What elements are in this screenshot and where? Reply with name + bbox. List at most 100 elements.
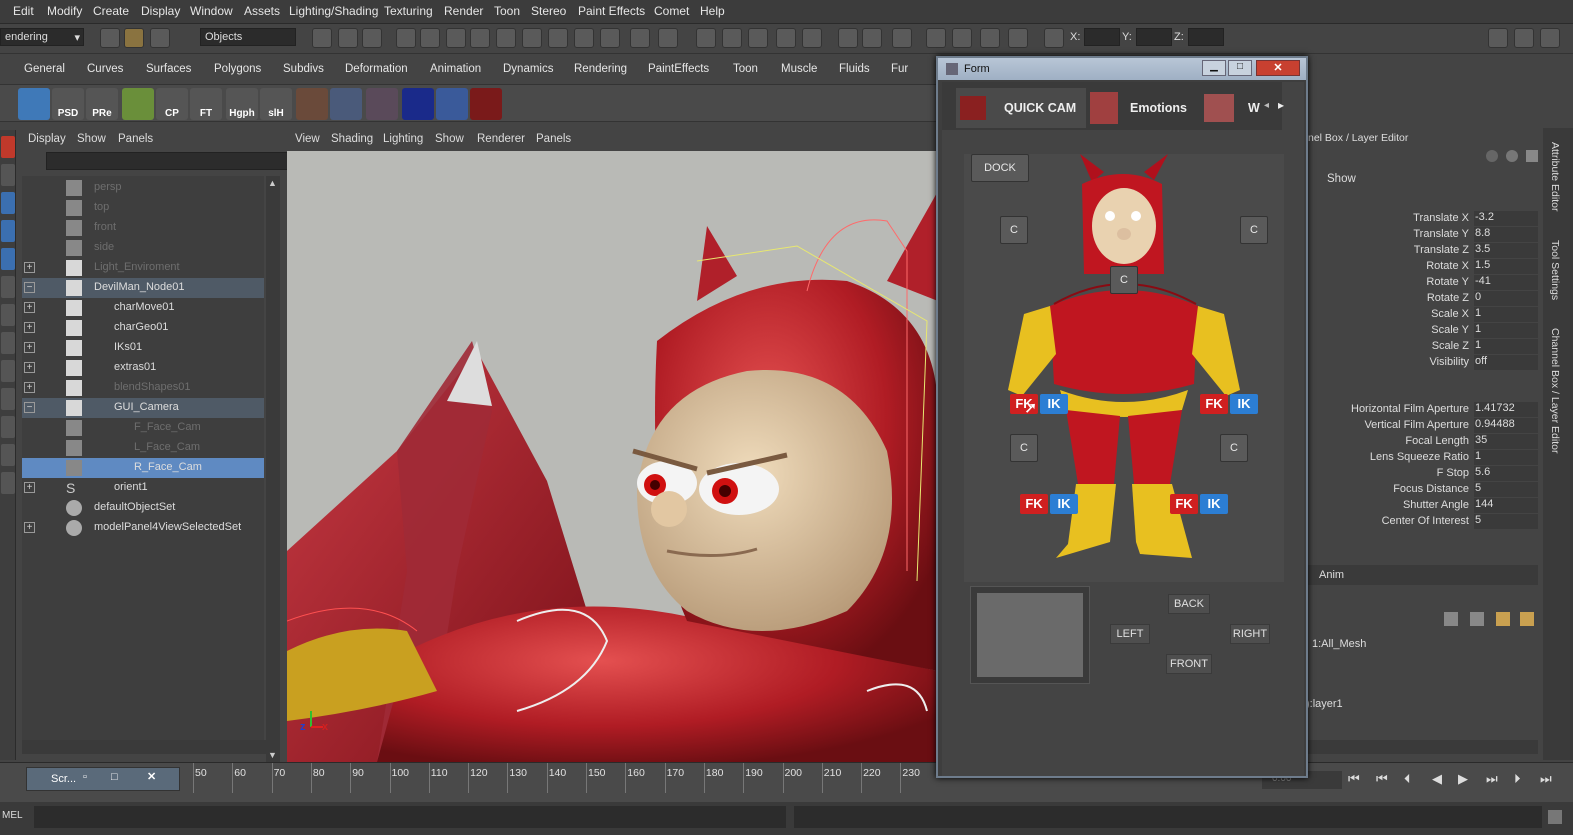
c-button-hand-left[interactable]: C	[1010, 434, 1038, 462]
outliner-row[interactable]: L_Face_Cam	[22, 438, 264, 458]
channel-value[interactable]: -41	[1474, 275, 1538, 290]
snap-surface-icon[interactable]	[522, 28, 542, 48]
layer-item[interactable]: 1:All_Mesh	[1312, 638, 1366, 650]
expand-icon[interactable]: +	[24, 302, 35, 313]
input-ops-icon[interactable]	[658, 28, 678, 48]
play-back-icon[interactable]: ◀	[1432, 771, 1442, 787]
tab-w[interactable]: W	[1204, 88, 1260, 128]
go-to-end-icon[interactable]: ⏭	[1540, 771, 1552, 787]
menu-stereo[interactable]: Stereo	[531, 0, 566, 18]
menu-edit[interactable]: Edit	[13, 0, 34, 18]
outliner-row[interactable]: F_Face_Cam	[22, 418, 264, 438]
tool-settings-toggle-icon[interactable]	[1514, 28, 1534, 48]
cam-left-button[interactable]: LEFT	[1110, 624, 1150, 644]
shelf-bubbles-icon[interactable]	[436, 88, 468, 120]
attribute-editor-tab[interactable]: Attribute Editor	[1549, 142, 1561, 211]
outliner-row[interactable]: front	[22, 218, 264, 238]
dock-button[interactable]: DOCK	[971, 154, 1029, 182]
camera-preview-thumbnail[interactable]	[970, 586, 1090, 684]
c-button-hand-right[interactable]: C	[1220, 434, 1248, 462]
shelf-cone-icon[interactable]	[366, 88, 398, 120]
attribute-editor-toggle-icon[interactable]	[1488, 28, 1508, 48]
scale-tool-icon[interactable]	[1, 276, 15, 298]
script-editor-icon[interactable]	[1548, 810, 1562, 824]
render-view-icon[interactable]	[802, 28, 822, 48]
move-tool-icon[interactable]	[1, 220, 15, 242]
shelf-tab-painteffects[interactable]: PaintEffects	[648, 63, 709, 75]
outliner-row[interactable]: + extras01	[22, 358, 264, 378]
menu-window[interactable]: Window	[190, 0, 233, 18]
menu-toon[interactable]: Toon	[494, 0, 520, 18]
select-object-icon[interactable]	[338, 28, 358, 48]
outliner-row[interactable]: + blendShapes01	[22, 378, 264, 398]
outliner-row[interactable]: R_Face_Cam	[22, 458, 264, 478]
grid-icon[interactable]	[926, 28, 946, 48]
outliner-vertical-scrollbar[interactable]: ▲ ▼	[266, 176, 280, 762]
construction-history-icon[interactable]	[548, 28, 568, 48]
selection-mask-field[interactable]: Objects	[200, 28, 296, 46]
shelf-tab-dynamics[interactable]: Dynamics	[503, 63, 553, 75]
expand-icon[interactable]: +	[24, 262, 35, 273]
outliner-row[interactable]: + charGeo01	[22, 318, 264, 338]
ik-button-leg-right[interactable]: IK	[1200, 494, 1228, 514]
snap-plane-icon[interactable]	[496, 28, 516, 48]
channel-value[interactable]: 1	[1474, 323, 1538, 338]
outliner-row[interactable]: defaultObjectSet	[22, 498, 264, 518]
shelf-bowtie-icon[interactable]	[402, 88, 434, 120]
outliner-menu-panels[interactable]: Panels	[118, 133, 153, 145]
cam-back-button[interactable]: BACK	[1168, 594, 1210, 614]
snap-toggle-icon[interactable]	[396, 28, 416, 48]
menu-render[interactable]: Render	[444, 0, 483, 18]
outliner-row[interactable]: − GUI_Camera	[22, 398, 264, 418]
menu-display[interactable]: Display	[141, 0, 180, 18]
channel-value[interactable]: 1	[1474, 307, 1538, 322]
c-button-chest[interactable]: C	[1110, 266, 1138, 294]
snap-grid-icon[interactable]	[420, 28, 440, 48]
anim-layer-tab[interactable]: Anim	[1319, 569, 1344, 581]
layout-outliner-icon[interactable]	[1, 472, 15, 494]
resolution-gate-icon[interactable]	[980, 28, 1000, 48]
new-scene-icon[interactable]	[100, 28, 120, 48]
step-back-frame-icon[interactable]: ⏴	[1404, 771, 1411, 787]
channel-box-toggle-icon[interactable]	[1540, 28, 1560, 48]
layout-side-icon[interactable]	[1, 388, 15, 410]
outliner-row[interactable]: + Sorient1	[22, 478, 264, 498]
outliner-horizontal-scrollbar[interactable]	[22, 740, 266, 754]
select-component-icon[interactable]	[362, 28, 382, 48]
outliner-row[interactable]: + IKs01	[22, 338, 264, 358]
close-icon[interactable]: ✕	[147, 770, 156, 783]
image-plane-icon[interactable]	[892, 28, 912, 48]
coordinate-icon[interactable]	[1044, 28, 1064, 48]
tab-scroll-left-icon[interactable]: ◂	[1264, 100, 1269, 111]
menu-create[interactable]: Create	[93, 0, 129, 18]
channel-value[interactable]: 8.8	[1474, 227, 1538, 242]
channel-box-show-menu[interactable]: Show	[1327, 173, 1356, 185]
hypershade-icon[interactable]	[722, 28, 742, 48]
outliner-menu-display[interactable]: Display	[28, 133, 66, 145]
layer-scrollbar[interactable]	[1306, 740, 1538, 754]
expand-icon[interactable]: +	[24, 322, 35, 333]
expand-icon[interactable]: +	[24, 362, 35, 373]
minimize-icon[interactable]: ▁	[1202, 60, 1226, 76]
help-icon[interactable]	[600, 28, 620, 48]
shelf-tab-toon[interactable]: Toon	[733, 63, 758, 75]
film-gate-icon[interactable]	[952, 28, 972, 48]
c-button-head-left[interactable]: C	[1000, 216, 1028, 244]
shape-channel-value[interactable]: 0.94488	[1474, 418, 1538, 433]
render-settings-icon[interactable]	[696, 28, 716, 48]
shelf-ft-icon[interactable]: FT	[190, 88, 222, 120]
script-editor-taskbar-item[interactable]: Scr... ▫ □ ✕	[26, 767, 180, 791]
outliner-row[interactable]: + modelPanel4ViewSelectedSet	[22, 518, 264, 538]
shape-channel-value[interactable]: 1	[1474, 450, 1538, 465]
rotate-tool-icon[interactable]	[1, 248, 15, 270]
manip-tool-icon[interactable]	[1, 304, 15, 326]
form-title-bar[interactable]: Form ▁ □ ✕	[938, 58, 1306, 80]
channel-value[interactable]: -3.2	[1474, 211, 1538, 226]
snap-point-icon[interactable]	[470, 28, 490, 48]
shelf-character-icon[interactable]	[122, 88, 154, 120]
menu-modify[interactable]: Modify	[47, 0, 82, 18]
viewport-menu-panels[interactable]: Panels	[536, 133, 571, 145]
c-button-head-right[interactable]: C	[1240, 216, 1268, 244]
ik-button-arm-right[interactable]: IK	[1230, 394, 1258, 414]
menu-set-dropdown[interactable]: endering ▾	[0, 28, 84, 46]
